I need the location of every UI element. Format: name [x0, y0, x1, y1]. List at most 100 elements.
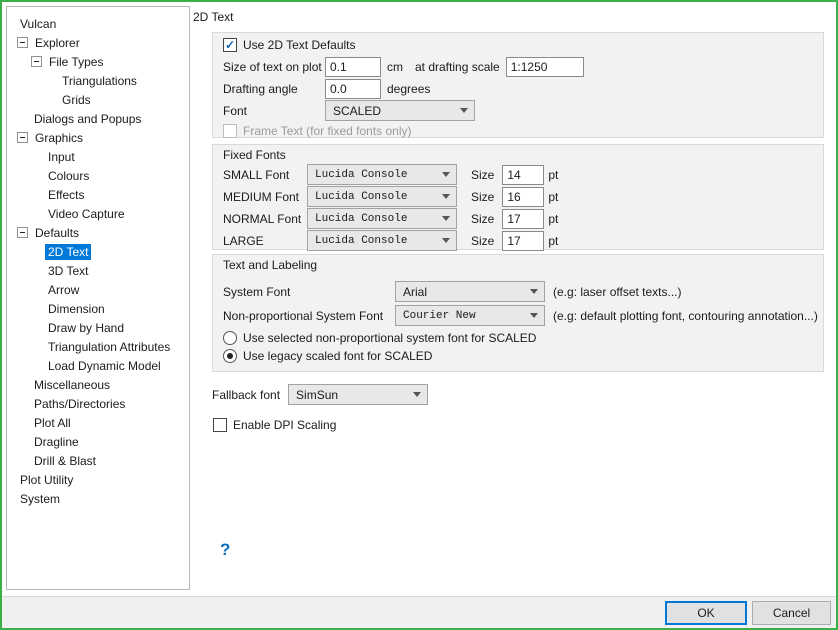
tree-item-vulcan[interactable]: Vulcan [7, 14, 189, 33]
system-font-combo-value: Arial [403, 285, 524, 299]
fallback-font-combo-value: SimSun [296, 388, 407, 402]
size-label: Size [471, 212, 494, 226]
nonproportional-font-combo[interactable]: Courier New [395, 305, 545, 326]
font-combo-value: SCALED [333, 104, 454, 118]
fallback-font-combo[interactable]: SimSun [288, 384, 428, 405]
radio-use-legacy-scaled-label: Use legacy scaled font for SCALED [243, 349, 432, 363]
use-defaults-label: Use 2D Text Defaults [243, 38, 356, 52]
normal-font-combo-value: Lucida Console [315, 213, 436, 225]
tree-item-dimension[interactable]: Dimension [7, 299, 189, 318]
normal-font-row: NORMAL Font Lucida Console Size pt [223, 208, 558, 229]
tree-collapse-icon[interactable] [17, 37, 28, 48]
tree-item-label-selected: 2D Text [45, 244, 91, 260]
frame-text-row: Frame Text (for fixed fonts only) [223, 124, 412, 138]
small-font-combo[interactable]: Lucida Console [307, 164, 457, 185]
medium-font-combo[interactable]: Lucida Console [307, 186, 457, 207]
page-title: 2D Text [193, 10, 233, 24]
use-defaults-checkbox-checked[interactable]: ✓ [223, 38, 237, 52]
tree-item-label: Colours [45, 168, 92, 184]
small-font-label: SMALL Font [223, 168, 307, 182]
tree-item-2d-text[interactable]: 2D Text [7, 242, 189, 261]
tree-item-label: Triangulation Attributes [45, 339, 173, 355]
drafting-angle-input[interactable] [325, 79, 381, 99]
pt-unit-label: pt [548, 212, 558, 226]
medium-font-size-input[interactable] [502, 187, 544, 207]
footer-bar: OK Cancel [2, 596, 836, 628]
chevron-down-icon [530, 313, 538, 318]
tree-item-label: Paths/Directories [31, 396, 128, 412]
font-label: Font [223, 104, 325, 118]
tree-item-dragline[interactable]: Dragline [7, 432, 189, 451]
tree-item-video-capture[interactable]: Video Capture [7, 204, 189, 223]
ok-button[interactable]: OK [665, 601, 747, 625]
tree-item-3d-text[interactable]: 3D Text [7, 261, 189, 280]
radio-use-legacy-scaled[interactable] [223, 349, 237, 363]
system-font-combo[interactable]: Arial [395, 281, 545, 302]
tree-item-label: Video Capture [45, 206, 128, 222]
tree-item-plot-utility[interactable]: Plot Utility [7, 470, 189, 489]
tree-item-label: System [17, 491, 63, 507]
medium-font-combo-value: Lucida Console [315, 191, 436, 203]
radio-row-legacy-scaled: Use legacy scaled font for SCALED [223, 349, 432, 363]
large-font-combo-value: Lucida Console [315, 235, 436, 247]
chevron-down-icon [442, 238, 450, 243]
radio-dot [227, 353, 233, 359]
tree-item-plot-all[interactable]: Plot All [7, 413, 189, 432]
tree-item-triangulation-attributes[interactable]: Triangulation Attributes [7, 337, 189, 356]
size-of-text-input[interactable] [325, 57, 381, 77]
minus-glyph [20, 232, 25, 233]
drafting-scale-input[interactable] [506, 57, 584, 77]
system-font-hint: (e.g: laser offset texts...) [553, 285, 682, 299]
tree-item-label: Draw by Hand [45, 320, 127, 336]
chevron-down-icon [530, 289, 538, 294]
tree-item-label: Effects [45, 187, 87, 203]
small-font-size-input[interactable] [502, 165, 544, 185]
tree-item-label: Graphics [32, 130, 86, 146]
tree-collapse-icon[interactable] [17, 227, 28, 238]
tree-item-grids[interactable]: Grids [7, 90, 189, 109]
tree-item-label: Plot Utility [17, 472, 76, 488]
tree-item-effects[interactable]: Effects [7, 185, 189, 204]
nonproportional-font-hint: (e.g: default plotting font, contouring … [553, 309, 818, 323]
drafting-angle-row: Drafting angle degrees [223, 79, 430, 99]
drafting-scale-label: at drafting scale [415, 60, 500, 74]
large-font-size-input[interactable] [502, 231, 544, 251]
help-icon[interactable]: ? [220, 540, 230, 560]
tree-item-explorer[interactable]: Explorer [7, 33, 189, 52]
tree-item-label: Arrow [45, 282, 82, 298]
tree-item-miscellaneous[interactable]: Miscellaneous [7, 375, 189, 394]
size-label: Size [471, 234, 494, 248]
tree-item-graphics[interactable]: Graphics [7, 128, 189, 147]
font-combo[interactable]: SCALED [325, 100, 475, 121]
tree-item-dialogs-and-popups[interactable]: Dialogs and Popups [7, 109, 189, 128]
normal-font-combo[interactable]: Lucida Console [307, 208, 457, 229]
nonproportional-font-combo-value: Courier New [403, 310, 524, 322]
radio-use-selected-nonprop[interactable] [223, 331, 237, 345]
tree-item-arrow[interactable]: Arrow [7, 280, 189, 299]
dpi-scaling-checkbox-unchecked[interactable] [213, 418, 227, 432]
pt-unit-label: pt [548, 190, 558, 204]
tree-collapse-icon[interactable] [31, 56, 42, 67]
tree-item-file-types[interactable]: File Types [7, 52, 189, 71]
tree-item-load-dynamic-model[interactable]: Load Dynamic Model [7, 356, 189, 375]
large-font-combo[interactable]: Lucida Console [307, 230, 457, 251]
cancel-button[interactable]: Cancel [752, 601, 831, 625]
nonproportional-font-row: Non-proportional System Font Courier New… [223, 305, 818, 326]
tree-item-triangulations[interactable]: Triangulations [7, 71, 189, 90]
normal-font-size-input[interactable] [502, 209, 544, 229]
tree-item-drill-blast[interactable]: Drill & Blast [7, 451, 189, 470]
chevron-down-icon [442, 216, 450, 221]
tree-item-system[interactable]: System [7, 489, 189, 508]
tree-item-paths-directories[interactable]: Paths/Directories [7, 394, 189, 413]
size-label: Size [471, 168, 494, 182]
tree-item-colours[interactable]: Colours [7, 166, 189, 185]
tree-item-label: Miscellaneous [31, 377, 113, 393]
tree-item-label: Load Dynamic Model [45, 358, 164, 374]
tree-item-input[interactable]: Input [7, 147, 189, 166]
use-defaults-row: ✓ Use 2D Text Defaults [223, 38, 356, 52]
tree-item-draw-by-hand[interactable]: Draw by Hand [7, 318, 189, 337]
tree-item-defaults[interactable]: Defaults [7, 223, 189, 242]
chevron-down-icon [442, 194, 450, 199]
medium-font-label: MEDIUM Font [223, 190, 307, 204]
tree-collapse-icon[interactable] [17, 132, 28, 143]
